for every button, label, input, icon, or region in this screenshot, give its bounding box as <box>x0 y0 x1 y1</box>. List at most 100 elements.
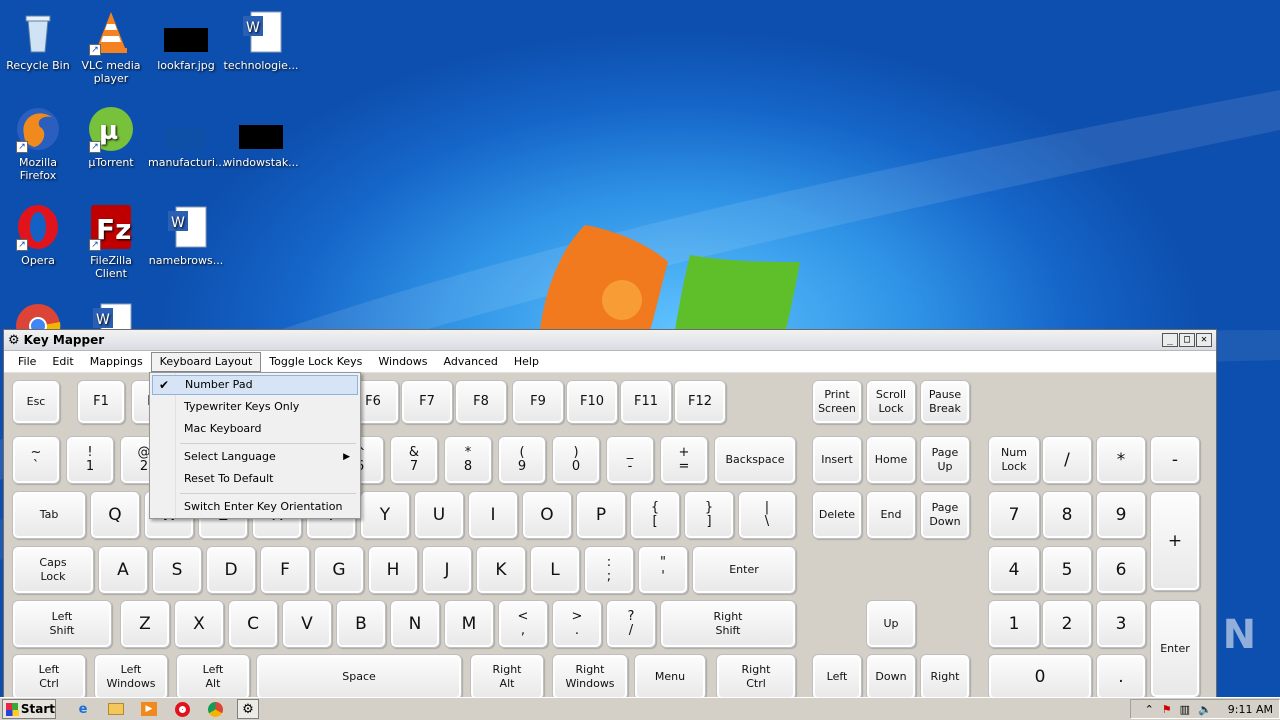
menu-advanced[interactable]: Advanced <box>436 352 506 372</box>
key-right-windows[interactable]: Right Windows <box>552 654 628 700</box>
menu-keyboard-layout[interactable]: Keyboard Layout <box>150 351 262 372</box>
key-c[interactable]: C <box>228 600 278 648</box>
key-numpad-6[interactable]: 6 <box>1096 546 1146 594</box>
key-numpad-4[interactable]: 4 <box>988 546 1040 594</box>
desktop-icon-windowstak[interactable]: windowstak... <box>223 105 299 169</box>
key-f12[interactable]: F12 <box>674 380 726 424</box>
key-l[interactable]: L <box>530 546 580 594</box>
menu-file[interactable]: File <box>10 352 44 372</box>
key-p[interactable]: P <box>576 491 626 539</box>
key-right-ctrl[interactable]: Right Ctrl <box>716 654 796 700</box>
key-b[interactable]: B <box>336 600 386 648</box>
key-right-brace[interactable]: } ] <box>684 491 734 539</box>
key-left-shift[interactable]: Left Shift <box>12 600 112 648</box>
key-q[interactable]: Q <box>90 491 140 539</box>
key-scroll-lock[interactable]: Scroll Lock <box>866 380 916 424</box>
key-tab[interactable]: Tab <box>12 491 86 539</box>
key-equals[interactable]: + = <box>660 436 708 484</box>
key-backslash[interactable]: | \ <box>738 491 796 539</box>
desktop-icon-technologie[interactable]: W technologie... <box>223 8 299 72</box>
key-comma[interactable]: < , <box>498 600 548 648</box>
menu-windows[interactable]: Windows <box>370 352 435 372</box>
menu-item-number-pad[interactable]: ✔ Number Pad <box>152 375 358 395</box>
key-numpad-5[interactable]: 5 <box>1042 546 1092 594</box>
desktop-icon-vlc[interactable]: ↗ VLC media player <box>73 8 149 85</box>
key-tilde[interactable]: ~ ` <box>12 436 60 484</box>
key-space[interactable]: Space <box>256 654 462 700</box>
key-z[interactable]: Z <box>120 600 170 648</box>
key-right-shift[interactable]: Right Shift <box>660 600 796 648</box>
minimize-button[interactable]: _ <box>1162 333 1178 347</box>
key-a[interactable]: A <box>98 546 148 594</box>
key-n[interactable]: N <box>390 600 440 648</box>
menu-edit[interactable]: Edit <box>44 352 81 372</box>
key-end[interactable]: End <box>866 491 916 539</box>
key-insert[interactable]: Insert <box>812 436 862 484</box>
key-o[interactable]: O <box>522 491 572 539</box>
key-k[interactable]: K <box>476 546 526 594</box>
network-icon[interactable]: ▥ <box>1180 703 1190 716</box>
desktop-icon-opera[interactable]: ↗ Opera <box>0 203 76 267</box>
media-player-icon[interactable]: ▶ <box>138 699 160 719</box>
desktop-icon-filezilla[interactable]: Fz ↗ FileZilla Client <box>73 203 149 280</box>
key-up[interactable]: Up <box>866 600 916 648</box>
key-right-alt[interactable]: Right Alt <box>470 654 544 700</box>
key-y[interactable]: Y <box>360 491 410 539</box>
key-numpad-3[interactable]: 3 <box>1096 600 1146 648</box>
key-numpad-9[interactable]: 9 <box>1096 491 1146 539</box>
key-minus[interactable]: _ - <box>606 436 654 484</box>
key-f9[interactable]: F9 <box>512 380 564 424</box>
action-center-icon[interactable]: ⚑ <box>1162 703 1172 716</box>
key-j[interactable]: J <box>422 546 472 594</box>
chrome-icon[interactable] <box>204 699 226 719</box>
menu-item-switch-enter-key-orientation[interactable]: Switch Enter Key Orientation <box>152 497 358 517</box>
menu-item-select-language[interactable]: Select Language ▶ <box>152 447 358 467</box>
key-quote[interactable]: " ' <box>638 546 688 594</box>
key-i[interactable]: I <box>468 491 518 539</box>
key-f8[interactable]: F8 <box>455 380 507 424</box>
key-numpad-divide[interactable]: / <box>1042 436 1092 484</box>
key-numpad-1[interactable]: 1 <box>988 600 1040 648</box>
key-numpad-7[interactable]: 7 <box>988 491 1040 539</box>
key-semicolon[interactable]: : ; <box>584 546 634 594</box>
desktop-icon-namebrows[interactable]: W namebrows... <box>148 203 224 267</box>
key-down[interactable]: Down <box>866 654 916 700</box>
key-page-down[interactable]: Page Down <box>920 491 970 539</box>
menu-toggle-lock-keys[interactable]: Toggle Lock Keys <box>261 352 370 372</box>
key-print-screen[interactable]: Print Screen <box>812 380 862 424</box>
key-f11[interactable]: F11 <box>620 380 672 424</box>
desktop-icon-firefox[interactable]: ↗ Mozilla Firefox <box>0 105 76 182</box>
key-s[interactable]: S <box>152 546 202 594</box>
key-numpad-8[interactable]: 8 <box>1042 491 1092 539</box>
key-left-alt[interactable]: Left Alt <box>176 654 250 700</box>
key-caps-lock[interactable]: Caps Lock <box>12 546 94 594</box>
key-slash[interactable]: ? / <box>606 600 656 648</box>
opera-icon[interactable] <box>171 699 193 719</box>
key-numpad-0[interactable]: 0 <box>988 654 1092 700</box>
menu-help[interactable]: Help <box>506 352 547 372</box>
key-delete[interactable]: Delete <box>812 491 862 539</box>
key-f7[interactable]: F7 <box>401 380 453 424</box>
key-left[interactable]: Left <box>812 654 862 700</box>
desktop-icon-recycle-bin[interactable]: Recycle Bin <box>0 8 76 72</box>
explorer-icon[interactable] <box>105 699 127 719</box>
key-numpad-decimal[interactable]: . <box>1096 654 1146 700</box>
key-x[interactable]: X <box>174 600 224 648</box>
key-left-windows[interactable]: Left Windows <box>94 654 168 700</box>
key-9[interactable]: ( 9 <box>498 436 546 484</box>
menu-item-mac-keyboard[interactable]: Mac Keyboard <box>152 419 358 439</box>
key-right[interactable]: Right <box>920 654 970 700</box>
key-f1[interactable]: F1 <box>77 380 125 424</box>
clock[interactable]: 9:11 AM <box>1228 703 1273 716</box>
key-numpad-subtract[interactable]: - <box>1150 436 1200 484</box>
key-h[interactable]: H <box>368 546 418 594</box>
key-numpad-add[interactable]: + <box>1150 491 1200 591</box>
key-g[interactable]: G <box>314 546 364 594</box>
menu-item-reset-to-default[interactable]: Reset To Default <box>152 469 358 489</box>
volume-icon[interactable]: 🔈 <box>1198 703 1212 716</box>
key-left-ctrl[interactable]: Left Ctrl <box>12 654 86 700</box>
key-numpad-enter[interactable]: Enter <box>1150 600 1200 698</box>
key-pause-break[interactable]: Pause Break <box>920 380 970 424</box>
key-d[interactable]: D <box>206 546 256 594</box>
key-numpad-multiply[interactable]: * <box>1096 436 1146 484</box>
